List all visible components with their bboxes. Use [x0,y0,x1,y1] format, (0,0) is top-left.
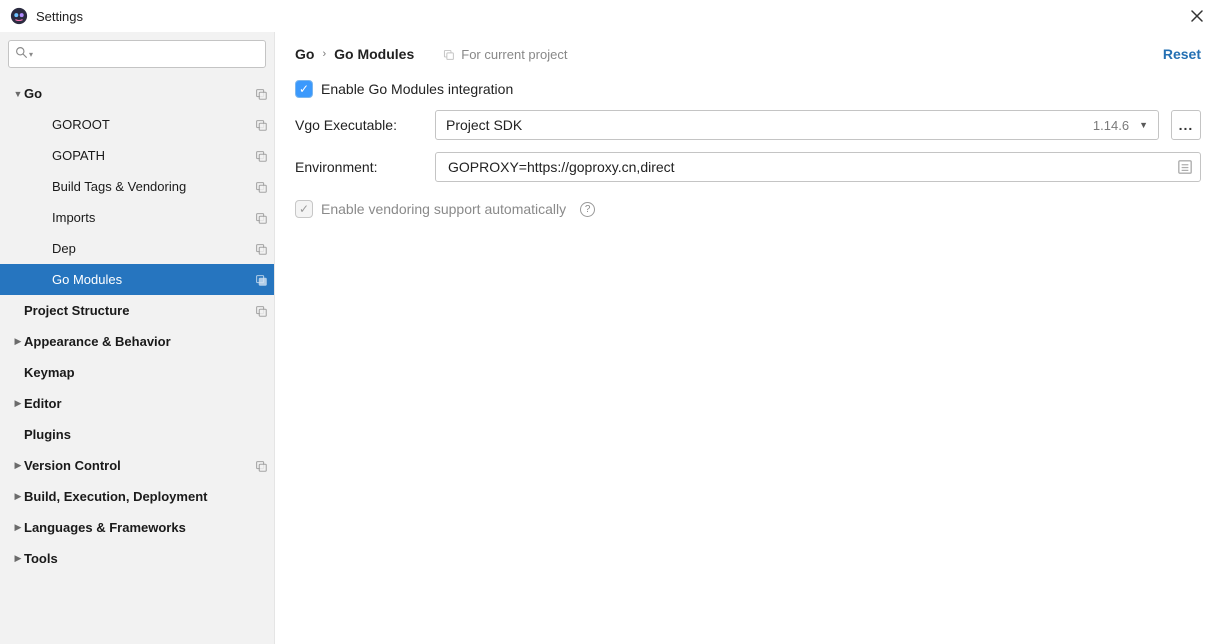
close-button[interactable] [1183,2,1211,30]
environment-input-wrap [435,152,1201,182]
settings-tree-item[interactable]: Dep [0,233,274,264]
scope-text: For current project [461,47,567,62]
project-scope-icon [254,149,268,163]
expand-editor-icon[interactable] [1176,158,1194,176]
settings-sidebar: ▾ ▼Go GOROOT GOPATH Build Tags & Vendori… [0,32,275,644]
environment-row: Environment: [295,152,1201,182]
enable-vendoring-checkbox: ✓ [295,200,313,218]
window-title: Settings [36,9,83,24]
settings-tree-item[interactable]: ▶Appearance & Behavior [0,326,274,357]
settings-tree-item-label: Dep [52,241,254,256]
tree-arrow-icon: ▶ [12,553,24,564]
settings-tree-item[interactable]: Build Tags & Vendoring [0,171,274,202]
environment-label: Environment: [295,159,423,175]
titlebar: Settings [0,0,1221,32]
settings-search[interactable]: ▾ [8,40,266,68]
tree-arrow-icon: ▶ [12,460,24,471]
settings-tree-item[interactable]: GOPATH [0,140,274,171]
settings-tree-item[interactable]: ▶Tools [0,543,274,574]
settings-tree-item-label: Editor [24,396,268,411]
vgo-exec-label: Vgo Executable: [295,117,423,133]
breadcrumb-row: Go › Go Modules For current project Rese… [295,46,1201,62]
project-scope-icon [254,211,268,225]
goland-app-icon [10,7,28,25]
settings-tree-item-label: Build, Execution, Deployment [24,489,268,504]
settings-tree-item[interactable]: Plugins [0,419,274,450]
close-icon [1191,10,1203,22]
chevron-right-icon: › [322,48,326,60]
settings-tree-item[interactable]: Project Structure [0,295,274,326]
project-scope-icon [254,459,268,473]
vgo-version: 1.14.6 [1093,118,1129,133]
vgo-exec-select[interactable]: Project SDK 1.14.6 ▼ [435,110,1159,140]
settings-tree-item[interactable]: GOROOT [0,109,274,140]
settings-tree-item-label: Tools [24,551,268,566]
chevron-down-icon: ▼ [1139,120,1148,130]
settings-tree-item-label: GOROOT [52,117,254,132]
settings-tree-item-label: Go Modules [52,272,254,287]
settings-tree-item-label: Imports [52,210,254,225]
breadcrumb: Go › Go Modules [295,46,414,62]
settings-tree-item[interactable]: ▶Version Control [0,450,274,481]
checkmark-icon: ✓ [299,83,309,95]
environment-input[interactable] [446,158,1176,176]
project-scope-icon [442,48,455,61]
tree-arrow-icon: ▶ [12,336,24,347]
project-scope-icon [254,180,268,194]
project-scope-icon [254,273,268,287]
breadcrumb-part: Go [295,46,314,62]
settings-tree-item-label: Appearance & Behavior [24,334,268,349]
settings-tree-item[interactable]: ▶Languages & Frameworks [0,512,274,543]
settings-tree-item-label: GOPATH [52,148,254,163]
checkmark-icon: ✓ [299,203,309,215]
settings-tree-item[interactable]: Imports [0,202,274,233]
settings-content: Go › Go Modules For current project Rese… [275,32,1221,644]
settings-tree: ▼Go GOROOT GOPATH Build Tags & Vendoring… [0,76,274,644]
enable-vendoring-label: Enable vendoring support automatically [321,201,566,217]
settings-tree-item[interactable]: ▶Editor [0,388,274,419]
settings-tree-item[interactable]: Keymap [0,357,274,388]
settings-tree-item-label: Project Structure [24,303,254,318]
project-scope-icon [254,242,268,256]
tree-arrow-icon: ▶ [12,398,24,409]
settings-tree-item[interactable]: ▶Build, Execution, Deployment [0,481,274,512]
project-scope-icon [254,304,268,318]
vgo-selected-value: Project SDK [446,117,1093,133]
tree-arrow-icon: ▶ [12,522,24,533]
reset-link[interactable]: Reset [1163,46,1201,62]
vgo-browse-button[interactable]: ... [1171,110,1201,140]
breadcrumb-part: Go Modules [334,46,414,62]
enable-go-modules-label: Enable Go Modules integration [321,81,513,97]
settings-tree-item[interactable]: ▼Go [0,78,274,109]
enable-go-modules-checkbox[interactable]: ✓ [295,80,313,98]
settings-tree-item-label: Build Tags & Vendoring [52,179,254,194]
search-icon [15,46,28,62]
enable-vendoring-row: ✓ Enable vendoring support automatically… [295,200,1201,218]
settings-tree-item-label: Languages & Frameworks [24,520,268,535]
vgo-exec-row: Vgo Executable: Project SDK 1.14.6 ▼ ... [295,110,1201,140]
tree-arrow-icon: ▼ [12,89,24,99]
settings-tree-item-label: Version Control [24,458,254,473]
settings-tree-item[interactable]: Go Modules [0,264,274,295]
help-icon[interactable]: ? [580,202,595,217]
tree-arrow-icon: ▶ [12,491,24,502]
settings-tree-item-label: Go [24,86,254,101]
scope-label: For current project [442,47,567,62]
settings-tree-item-label: Keymap [24,365,268,380]
enable-go-modules-row: ✓ Enable Go Modules integration [295,80,1201,98]
project-scope-icon [254,118,268,132]
project-scope-icon [254,87,268,101]
search-input[interactable] [33,46,259,63]
settings-tree-item-label: Plugins [24,427,268,442]
